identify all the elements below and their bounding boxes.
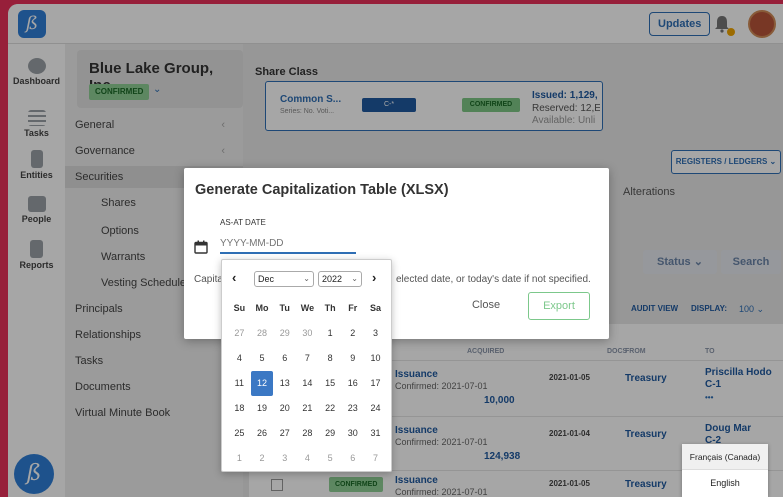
help-text-start: Capita	[194, 274, 223, 285]
export-button[interactable]: Export	[528, 292, 590, 320]
calendar-day[interactable]: 11	[228, 371, 251, 396]
help-text-end: elected date, or today's date if not spe…	[396, 274, 591, 285]
week-row: 25 26 27 28 29 30 31	[228, 421, 387, 446]
calendar-day[interactable]: 2	[341, 321, 364, 346]
calendar-day[interactable]: 20	[273, 396, 296, 421]
weekday-header-row: Su Mo Tu We Th Fr Sa	[228, 296, 387, 321]
calendar-day-outside[interactable]: 7	[364, 446, 387, 471]
calendar-day-outside[interactable]: 30	[296, 321, 319, 346]
calendar-day-outside[interactable]: 3	[273, 446, 296, 471]
calendar-day[interactable]: 1	[319, 321, 342, 346]
dialog-title: Generate Capitalization Table (XLSX)	[195, 182, 449, 198]
week-row: 4 5 6 7 8 9 10	[228, 346, 387, 371]
language-menu: Français (Canada) English	[682, 444, 768, 497]
calendar-day[interactable]: 10	[364, 346, 387, 371]
calendar-day-outside[interactable]: 27	[228, 321, 251, 346]
as-at-date-input[interactable]	[220, 234, 356, 254]
calendar-day[interactable]: 9	[341, 346, 364, 371]
calendar-day[interactable]: 30	[341, 421, 364, 446]
calendar-day-outside[interactable]: 5	[319, 446, 342, 471]
weekday-label: Sa	[369, 303, 381, 313]
calendar-day[interactable]: 7	[296, 346, 319, 371]
calendar-day[interactable]: 25	[228, 421, 251, 446]
weekday-label: Mo	[255, 303, 269, 313]
close-button[interactable]: Close	[462, 292, 510, 318]
calendar-day[interactable]: 14	[296, 371, 319, 396]
week-row: 18 19 20 21 22 23 24	[228, 396, 387, 421]
weekday-label: Tu	[279, 303, 290, 313]
calendar-day[interactable]: 28	[296, 421, 319, 446]
calendar-day[interactable]: 15	[319, 371, 342, 396]
calendar-day[interactable]: 31	[364, 421, 387, 446]
as-at-date-label: AS-AT DATE	[220, 218, 266, 227]
calendar-day[interactable]: 23	[341, 396, 364, 421]
week-row: 1234567	[228, 446, 387, 471]
calendar-day[interactable]: 19	[251, 396, 274, 421]
weekday-label: Su	[233, 303, 246, 313]
weekday-label: We	[300, 303, 315, 313]
weekday-label: Th	[324, 303, 336, 313]
calendar-day[interactable]: 29	[319, 421, 342, 446]
weekday-label: Fr	[348, 303, 358, 313]
calendar-day[interactable]: 22	[319, 396, 342, 421]
calendar-day[interactable]: 6	[273, 346, 296, 371]
language-option-en[interactable]: English	[682, 470, 768, 496]
calendar-day[interactable]: 5	[251, 346, 274, 371]
year-select[interactable]: 2022 ⌄	[318, 271, 362, 287]
prev-month-icon[interactable]: ‹	[232, 270, 236, 285]
month-select[interactable]: Dec ⌄	[254, 271, 314, 287]
calendar-day[interactable]: 27	[273, 421, 296, 446]
chevron-down-icon: ⌄	[351, 274, 358, 283]
calendar-day[interactable]: 12	[250, 371, 274, 396]
week-row: 27 28 29 30 1 2 3	[228, 321, 387, 346]
week-row: 11 12 13 14 15 16 17	[228, 371, 387, 396]
calendar-day[interactable]: 21	[296, 396, 319, 421]
calendar-day-outside[interactable]: 6	[341, 446, 364, 471]
chevron-down-icon: ⌄	[303, 274, 310, 283]
next-month-icon[interactable]: ›	[372, 270, 376, 285]
date-picker: ‹ Dec ⌄ 2022 ⌄ › Su Mo Tu We Th Fr Sa 27 28 29 30 1…	[221, 259, 392, 472]
month-value: Dec	[258, 274, 275, 284]
calendar-day[interactable]: 16	[341, 371, 364, 396]
calendar-day[interactable]: 24	[364, 396, 387, 421]
year-value: 2022	[322, 274, 343, 284]
calendar-day[interactable]: 18	[228, 396, 251, 421]
calendar-day-outside[interactable]: 1	[228, 446, 251, 471]
calendar-day[interactable]: 8	[319, 346, 342, 371]
calendar-icon[interactable]	[194, 240, 208, 254]
calendar-day[interactable]: 3	[364, 321, 387, 346]
calendar-day-outside[interactable]: 4	[296, 446, 319, 471]
calendar-day[interactable]: 13	[273, 371, 296, 396]
calendar-grid: Su Mo Tu We Th Fr Sa 27 28 29 30 1 2 3 4 5 6 7 8 9 10 11 12 13 1…	[228, 296, 387, 471]
calendar-day-outside[interactable]: 29	[273, 321, 296, 346]
calendar-day[interactable]: 26	[251, 421, 274, 446]
calendar-day-outside[interactable]: 2	[251, 446, 274, 471]
calendar-day[interactable]: 4	[228, 346, 251, 371]
calendar-day-outside[interactable]: 28	[251, 321, 274, 346]
language-option-fr[interactable]: Français (Canada)	[682, 444, 768, 470]
calendar-day[interactable]: 17	[364, 371, 387, 396]
